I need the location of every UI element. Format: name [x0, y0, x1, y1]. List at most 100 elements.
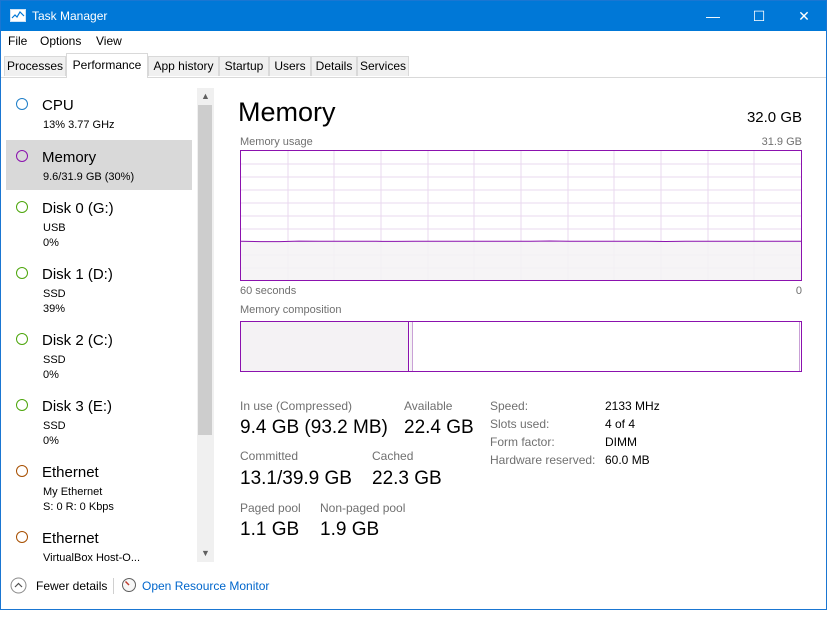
tab-users[interactable]: Users	[269, 56, 311, 76]
form-factor-label: Form factor:	[490, 435, 555, 449]
window-title: Task Manager	[32, 9, 108, 23]
form-factor-value: DIMM	[605, 435, 637, 449]
open-resource-monitor-link[interactable]: Open Resource Monitor	[142, 579, 269, 593]
sidebar-item-usage: 0%	[43, 369, 59, 381]
sidebar-item-detail: SSD	[43, 288, 66, 300]
sidebar-item-detail: My Ethernet	[43, 486, 103, 498]
resource-list: CPU 13% 3.77 GHz Memory 9.6/31.9 GB (30%…	[1, 88, 213, 564]
tab-services[interactable]: Services	[357, 56, 409, 76]
sidebar-item-name: Ethernet	[42, 530, 99, 547]
menu-view[interactable]: View	[96, 34, 122, 48]
sidebar-item-detail: SSD	[43, 354, 66, 366]
speed-label: Speed:	[490, 399, 529, 413]
task-manager-window: Task Manager — ☐ ✕ File Options View Pro…	[0, 0, 827, 610]
disk-indicator-icon	[16, 399, 28, 411]
memory-usage-graph	[240, 150, 802, 281]
hardware-reserved-value: 60.0 MB	[605, 453, 650, 467]
non-paged-pool-value: 1.9 GB	[320, 519, 380, 540]
sidebar-item-ethernet-2[interactable]: Ethernet VirtualBox Host-O...	[6, 521, 192, 564]
sidebar-item-cpu[interactable]: CPU 13% 3.77 GHz	[6, 88, 192, 138]
sidebar-item-name: Disk 3 (E:)	[42, 398, 113, 415]
menu-file[interactable]: File	[8, 34, 27, 48]
composition-modified	[410, 322, 413, 371]
sidebar-item-detail: 13% 3.77 GHz	[43, 119, 115, 131]
tab-startup[interactable]: Startup	[219, 56, 269, 76]
sidebar-item-disk-3[interactable]: Disk 3 (E:) SSD 0%	[6, 389, 192, 447]
speed-value: 2133 MHz	[605, 399, 660, 413]
disk-indicator-icon	[16, 267, 28, 279]
sidebar-item-usage: 0%	[43, 435, 59, 447]
tab-strip: Processes Performance App history Startu…	[1, 51, 826, 78]
scrollbar-thumb[interactable]	[198, 105, 212, 435]
close-button[interactable]: ✕	[781, 1, 827, 31]
non-paged-pool-label: Non-paged pool	[320, 501, 406, 515]
scroll-down-icon[interactable]: ▼	[197, 545, 214, 562]
composition-in-use	[241, 322, 409, 371]
fewer-details-link[interactable]: Fewer details	[36, 579, 107, 593]
composition-free	[799, 322, 800, 371]
tab-details[interactable]: Details	[311, 56, 357, 76]
cpu-indicator-icon	[16, 98, 28, 110]
disk-indicator-icon	[16, 201, 28, 213]
sidebar-item-disk-1[interactable]: Disk 1 (D:) SSD 39%	[6, 257, 192, 315]
slots-used-value: 4 of 4	[605, 417, 636, 431]
menu-bar: File Options View	[1, 31, 826, 51]
sidebar-item-ethernet-1[interactable]: Ethernet My Ethernet S: 0 R: 0 Kbps	[6, 455, 192, 513]
sidebar-item-name: CPU	[42, 97, 74, 114]
page-title: Memory	[238, 97, 336, 127]
sidebar-item-name: Disk 2 (C:)	[42, 332, 113, 349]
memory-usage-line	[241, 240, 801, 243]
slots-used-label: Slots used:	[490, 417, 550, 431]
memory-usage-chart	[241, 151, 801, 280]
available-value: 22.4 GB	[404, 417, 474, 438]
memory-total: 32.0 GB	[746, 109, 802, 126]
resource-monitor-icon	[122, 578, 136, 592]
memory-composition-label: Memory composition	[240, 304, 342, 316]
scroll-up-icon[interactable]: ▲	[197, 88, 214, 105]
tab-processes[interactable]: Processes	[4, 56, 66, 76]
sidebar-item-name: Disk 0 (G:)	[42, 200, 114, 217]
committed-label: Committed	[240, 449, 299, 463]
sidebar-item-usage: 0%	[43, 237, 59, 249]
minimize-button[interactable]: —	[690, 1, 736, 31]
maximize-button[interactable]: ☐	[736, 1, 782, 31]
sidebar-item-detail: SSD	[43, 420, 66, 432]
cached-label: Cached	[372, 449, 414, 463]
memory-indicator-icon	[16, 150, 28, 162]
footer: Fewer details Open Resource Monitor	[1, 571, 826, 601]
ethernet-indicator-icon	[16, 531, 28, 543]
sidebar-item-detail: VirtualBox Host-O...	[43, 552, 140, 564]
tab-performance[interactable]: Performance	[66, 53, 148, 78]
in-use-value: 9.4 GB (93.2 MB)	[240, 417, 388, 438]
sidebar-scrollbar[interactable]: ▲ ▼	[197, 88, 214, 562]
task-manager-icon	[10, 9, 26, 22]
in-use-label: In use (Compressed)	[240, 399, 353, 413]
title-bar[interactable]: Task Manager — ☐ ✕	[1, 1, 826, 31]
sidebar-item-name: Disk 1 (D:)	[42, 266, 113, 283]
hardware-reserved-label: Hardware reserved:	[490, 453, 596, 467]
paged-pool-label: Paged pool	[240, 501, 301, 515]
ethernet-indicator-icon	[16, 465, 28, 477]
time-axis-end: 0	[795, 285, 802, 297]
disk-indicator-icon	[16, 333, 28, 345]
footer-divider	[113, 578, 114, 594]
available-label: Available	[404, 399, 453, 413]
cached-value: 22.3 GB	[372, 468, 442, 489]
memory-usage-max: 31.9 GB	[761, 136, 802, 148]
sidebar-item-memory[interactable]: Memory 9.6/31.9 GB (30%)	[6, 140, 192, 190]
sidebar-item-detail: 9.6/31.9 GB (30%)	[43, 171, 135, 183]
memory-usage-label: Memory usage	[240, 136, 313, 148]
collapse-chevron-icon[interactable]	[10, 577, 27, 594]
sidebar-item-disk-0[interactable]: Disk 0 (G:) USB 0%	[6, 191, 192, 249]
sidebar-item-usage: S: 0 R: 0 Kbps	[43, 501, 114, 513]
sidebar-item-name: Memory	[42, 149, 97, 166]
sidebar-item-name: Ethernet	[42, 464, 99, 481]
sidebar-item-usage: 39%	[43, 303, 66, 315]
tab-app-history[interactable]: App history	[148, 56, 219, 76]
sidebar-item-disk-2[interactable]: Disk 2 (C:) SSD 0%	[6, 323, 192, 381]
memory-usage-area	[241, 241, 801, 280]
memory-composition-bar	[240, 321, 802, 372]
committed-value: 13.1/39.9 GB	[240, 468, 352, 489]
menu-options[interactable]: Options	[40, 34, 81, 48]
time-axis-start: 60 seconds	[240, 285, 297, 297]
